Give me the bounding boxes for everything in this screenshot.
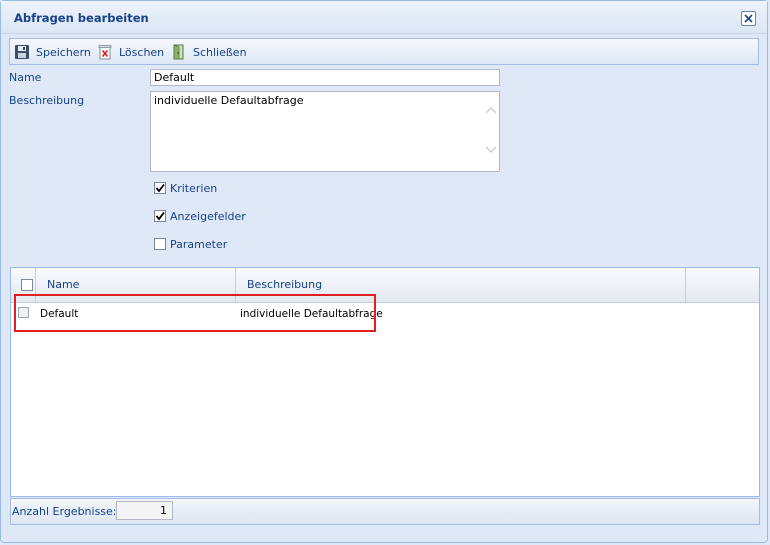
textarea-scrollbar[interactable] <box>485 106 497 156</box>
checkmark-icon <box>155 211 165 221</box>
close-button[interactable]: Schließen <box>171 43 247 61</box>
toolbar: Speichern Löschen Schließen <box>9 38 759 65</box>
floppy-disk-icon <box>14 44 30 60</box>
dialog-titlebar: Abfragen bearbeiten <box>1 1 767 34</box>
description-field-text: individuelle Defaultabfrage <box>154 94 304 107</box>
delete-button-label: Löschen <box>119 45 165 59</box>
checkmark-icon <box>155 183 165 193</box>
display-fields-checkbox-box[interactable] <box>154 210 166 222</box>
dialog-close-button[interactable] <box>741 11 756 26</box>
column-header-description-label: Beschreibung <box>247 278 323 291</box>
description-label: Beschreibung <box>9 94 85 107</box>
close-button-label: Schließen <box>193 45 247 59</box>
column-header-name-label: Name <box>47 278 80 291</box>
criteria-checkbox-box[interactable] <box>154 182 166 194</box>
description-field[interactable]: individuelle Defaultabfrage <box>150 91 500 172</box>
display-fields-checkbox-label: Anzeigefelder <box>170 209 246 223</box>
results-footer: Anzahl Ergebnisse: 1 <box>10 498 760 525</box>
save-button-label: Speichern <box>36 45 91 59</box>
highlight-annotation-box <box>14 294 376 332</box>
parameter-checkbox[interactable]: Parameter <box>154 236 227 252</box>
display-fields-checkbox[interactable]: Anzeigefelder <box>154 208 246 224</box>
chevron-down-icon <box>485 146 497 153</box>
criteria-checkbox[interactable]: Kriterien <box>154 180 217 196</box>
criteria-checkbox-label: Kriterien <box>170 181 218 195</box>
save-button[interactable]: Speichern <box>14 43 91 61</box>
chevron-up-icon <box>485 107 497 114</box>
name-label: Name <box>9 71 42 84</box>
result-count-field: 1 <box>116 501 173 520</box>
close-icon <box>744 14 753 23</box>
name-field[interactable]: Default <box>150 69 500 86</box>
exit-door-icon <box>171 44 187 60</box>
delete-button[interactable]: Löschen <box>97 43 164 61</box>
parameter-checkbox-box[interactable] <box>154 238 166 250</box>
trash-delete-icon <box>97 44 113 60</box>
edit-queries-dialog: Abfragen bearbeiten Speichern Löschen Sc… <box>0 0 768 543</box>
dialog-title: Abfragen bearbeiten <box>14 11 149 25</box>
parameter-checkbox-label: Parameter <box>170 237 228 251</box>
result-count-label: Anzahl Ergebnisse: <box>12 505 117 518</box>
select-all-checkbox[interactable] <box>21 279 33 291</box>
